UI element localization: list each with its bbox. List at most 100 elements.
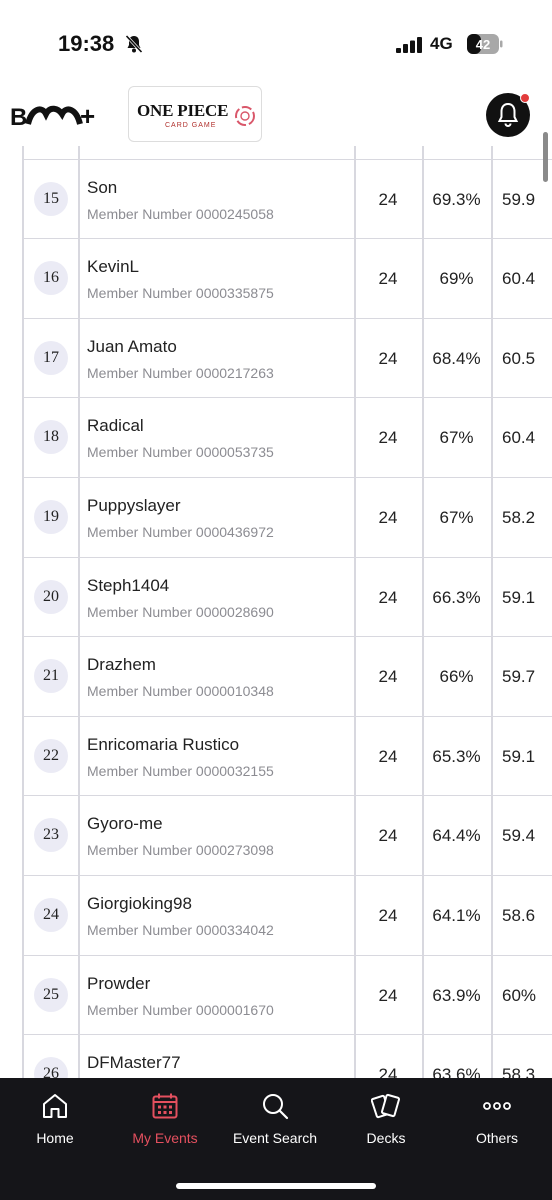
points-cell: 24 [378, 985, 398, 1005]
column-divider [78, 477, 80, 559]
player-name: DFMaster77 [87, 1053, 181, 1073]
column-divider [22, 955, 24, 1037]
oomw-cell: 59.1 [502, 746, 536, 766]
table-row[interactable]: 22 Enricomaria Rustico Member Number 00000… [22, 716, 552, 798]
nav-decks[interactable]: Decks [331, 1078, 441, 1158]
standings-table: 14Nobu-SamaMember Number 00001948022470.… [0, 146, 552, 1078]
home-icon [43, 1094, 67, 1118]
rank-badge: 15 [34, 181, 68, 216]
column-divider [491, 146, 493, 161]
column-divider [491, 875, 493, 957]
svg-text:B: B [10, 104, 27, 130]
rank-badge: 21 [34, 659, 68, 694]
omw-cell: 63.9% [432, 985, 481, 1005]
player-name: KevinL [87, 257, 139, 277]
table-row[interactable]: 19 Puppyslayer Member Number 0000436972 24 6… [22, 477, 552, 559]
table-row[interactable]: 18 Radical Member Number 0000053735 24 67% 60… [22, 398, 552, 479]
player-name: Radical [87, 416, 144, 436]
signal-icon [396, 37, 422, 53]
app-header: B + [0, 86, 552, 146]
column-divider [491, 159, 493, 241]
nav-home[interactable]: Home [0, 1078, 110, 1158]
oomw-cell: 58.2 [502, 507, 536, 527]
oomw-cell: 59.9 [502, 189, 536, 209]
member-number: Member Number 0000217263 [87, 364, 274, 381]
table-row[interactable]: 26DFMaster77Member Number 00000108192463… [22, 1035, 552, 1078]
bandai-tcg-plus-logo[interactable]: B + [10, 102, 108, 130]
table-row[interactable]: 25 Prowder Member Number 0000001670 24 63.9%… [22, 955, 552, 1037]
column-divider [491, 955, 493, 1037]
column-divider [491, 318, 493, 400]
player-name: Prowder [87, 973, 151, 993]
column-divider [22, 159, 24, 241]
column-divider [22, 1035, 24, 1078]
scrollbar-thumb[interactable] [543, 132, 548, 182]
table-row[interactable]: 21 Drazhem Member Number 0000010348 24 66% 59… [22, 637, 552, 718]
column-divider [22, 398, 24, 479]
table-row[interactable]: 20 Steph1404 Member Number 0000028690 24 66.… [22, 557, 552, 639]
member-number: Member Number 0000032155 [87, 762, 274, 779]
oomw-cell: 60.4 [502, 269, 536, 289]
table-row[interactable]: 15 Son Member Number 0000245058 24 69.3% 59.9 [22, 159, 552, 241]
player-name: Gyoro-me [87, 814, 163, 834]
oomw-cell: 60.5 [502, 348, 536, 368]
nav-decks-label: Decks [366, 1130, 406, 1146]
member-number: Member Number 0000001670 [87, 1001, 274, 1018]
notification-badge [520, 93, 530, 103]
points-cell: 24 [378, 587, 398, 607]
points-cell: 24 [378, 507, 398, 527]
card-game-emblem-icon [235, 106, 255, 126]
member-number: Member Number 0000010348 [87, 683, 274, 700]
column-divider [78, 146, 80, 161]
points-cell: 24 [378, 348, 398, 368]
logo-subtitle: CARD GAME [165, 122, 217, 129]
column-divider [22, 557, 24, 639]
member-number: Member Number 0000436972 [87, 523, 274, 540]
column-divider [22, 796, 24, 877]
column-divider [78, 159, 80, 241]
member-number: Member Number 0000245058 [87, 205, 274, 222]
column-divider [78, 557, 80, 639]
nav-event-search[interactable]: Event Search [220, 1078, 330, 1158]
one-piece-card-game-logo[interactable]: ONE PIECE CARD GAME [128, 86, 262, 142]
table-row[interactable]: 17 Juan Amato Member Number 0000217263 24 68… [22, 318, 552, 400]
nav-others[interactable]: Others [442, 1078, 552, 1158]
column-divider [22, 875, 24, 957]
column-divider [22, 637, 24, 718]
column-divider [491, 1035, 493, 1078]
omw-cell: 64.4% [432, 826, 481, 846]
notifications-button[interactable] [486, 93, 530, 137]
member-number: Member Number 0000053735 [87, 444, 274, 461]
battery-icon: 42 [467, 34, 503, 54]
column-divider [491, 239, 493, 320]
rank-badge: 26 [34, 1057, 68, 1078]
player-name: Enricomaria Rustico [87, 734, 240, 754]
rank-badge: 16 [34, 261, 68, 296]
points-cell: 24 [378, 826, 398, 846]
column-divider [78, 318, 80, 400]
player-name: Juan Amato [87, 336, 177, 356]
nav-my-events[interactable]: My Events [110, 1078, 220, 1158]
status-time: 19:38 [58, 31, 115, 56]
nav-event-search-label: Event Search [232, 1130, 318, 1146]
member-number: Member Number 0000028690 [87, 603, 274, 620]
points-cell: 24 [378, 667, 398, 687]
rank-badge: 22 [34, 738, 68, 773]
table-row[interactable]: 23 Gyoro-me Member Number 0000273098 24 64.4… [22, 796, 552, 877]
table-row[interactable]: 14Nobu-SamaMember Number 00001948022470.… [22, 146, 552, 161]
nav-my-events-label: My Events [132, 1130, 198, 1146]
rank-badge: 24 [34, 897, 68, 932]
points-cell: 24 [378, 905, 398, 925]
member-number: Member Number 0000335875 [87, 285, 274, 302]
table-row[interactable]: 16 KevinL Member Number 0000335875 24 69% 60.… [22, 239, 552, 320]
member-number: Member Number 0000273098 [87, 842, 274, 859]
rank-badge: 20 [34, 579, 68, 614]
column-divider [78, 239, 80, 320]
oomw-cell: 59.1 [502, 587, 536, 607]
column-divider [78, 398, 80, 479]
table-row[interactable]: 24 Giorgioking98 Member Number 0000334042 2… [22, 875, 552, 957]
column-divider [354, 146, 356, 161]
home-indicator[interactable] [176, 1183, 376, 1189]
rank-badge: 23 [34, 818, 68, 853]
points-cell: 24 [378, 189, 398, 209]
